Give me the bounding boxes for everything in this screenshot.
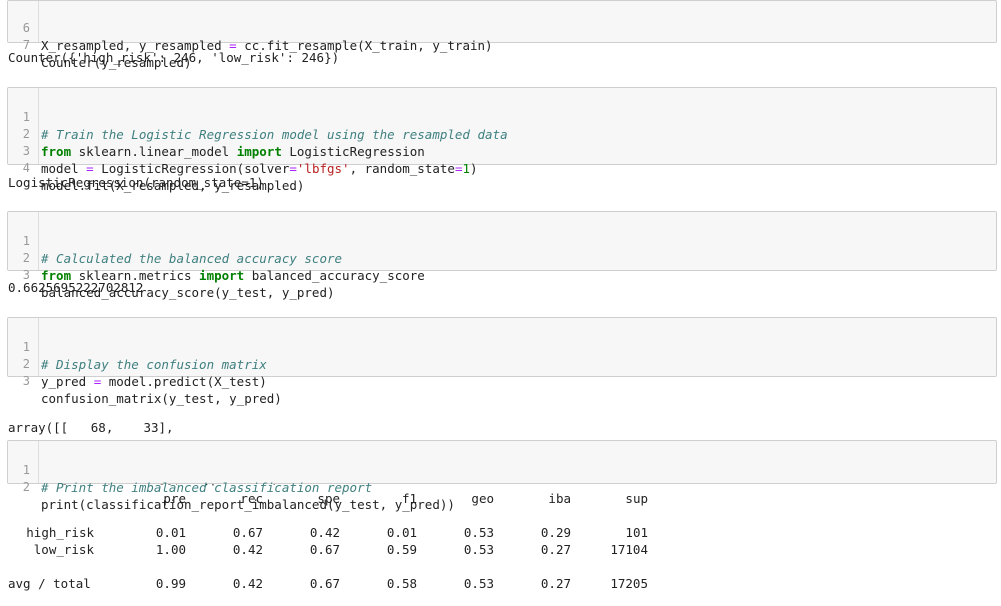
report-cell: 17104	[610, 542, 648, 557]
code-line: 2 from sklearn.linear_model import Logis…	[8, 109, 996, 159]
code-cell-classification-report[interactable]: 1 # Print the imbalanced classification …	[7, 440, 997, 512]
report-cell: 0.29	[540, 525, 571, 540]
report-cell: 0.58	[386, 576, 417, 591]
cell-output: 0.6625695222702812	[8, 280, 144, 295]
report-header-sup: sup	[625, 491, 648, 506]
cell-output: LogisticRegression(random_state=1)	[8, 175, 264, 190]
report-cell: 101	[625, 525, 648, 540]
report-header-pre: pre	[163, 491, 186, 506]
code-line: 7 Counter(y_resampled)	[8, 20, 996, 70]
code-line: 2 from sklearn.metrics import balanced_a…	[8, 233, 996, 283]
report-cell: 0.67	[232, 525, 263, 540]
code-line: 1 # Print the imbalanced classification …	[8, 445, 996, 495]
report-cell: 0.27	[540, 542, 571, 557]
report-row-label: low_risk	[33, 542, 94, 557]
code-line: 4 model.fit(X_resampled, y_resampled)	[8, 143, 996, 193]
code-line: 1 # Display the confusion matrix	[8, 322, 996, 372]
code-line: 1 # Train the Logistic Regression model …	[8, 92, 996, 142]
cell-output: Counter({'high_risk': 246, 'low_risk': 2…	[8, 50, 340, 65]
classification-report-table: pre rec spe f1 geo iba sup high_risk 0.0…	[8, 490, 648, 592]
report-spacer-row	[8, 558, 648, 575]
output-line: array([[ 68, 33],	[8, 420, 174, 435]
code-line: 2 y_pred = model.predict(X_test)	[8, 339, 996, 389]
report-spacer-row	[8, 507, 648, 524]
report-cell: 17205	[610, 576, 648, 591]
code-line: 3 balanced_accuracy_score(y_test, y_pred…	[8, 250, 996, 300]
report-header-corner	[8, 490, 94, 507]
code-cell-resample[interactable]: 6 X_resampled, y_resampled = cc.fit_resa…	[7, 0, 997, 70]
report-cell: 0.99	[155, 576, 186, 591]
report-cell: 0.42	[232, 542, 263, 557]
code-cell-balanced-accuracy[interactable]: 1 # Calculated the balanced accuracy sco…	[7, 211, 997, 300]
code-line: 3 model = LogisticRegression(solver='lbf…	[8, 126, 996, 176]
report-cell: 0.01	[386, 525, 417, 540]
report-row-low-risk: low_risk 1.00 0.42 0.67 0.59 0.53 0.27 1…	[8, 541, 648, 558]
report-row-high-risk: high_risk 0.01 0.67 0.42 0.01 0.53 0.29 …	[8, 524, 648, 541]
code-line: 1 # Calculated the balanced accuracy sco…	[8, 216, 996, 266]
report-row-label: avg / total	[8, 576, 91, 591]
report-cell: 0.27	[540, 576, 571, 591]
report-header-rec: rec	[240, 491, 263, 506]
report-row-avg-total: avg / total 0.99 0.42 0.67 0.58 0.53 0.2…	[8, 575, 648, 592]
report-cell: 0.67	[309, 576, 340, 591]
report-header-row: pre rec spe f1 geo iba sup	[8, 490, 648, 507]
report-cell: 1.00	[155, 542, 186, 557]
report-cell: 0.42	[309, 525, 340, 540]
report-header-f1: f1	[401, 491, 417, 506]
report-row-label: high_risk	[26, 525, 94, 540]
report-cell: 0.53	[463, 542, 494, 557]
code-line: 3 confusion_matrix(y_test, y_pred)	[8, 356, 996, 406]
code-line: 6 X_resampled, y_resampled = cc.fit_resa…	[8, 3, 996, 53]
report-cell: 0.53	[463, 576, 494, 591]
code-cell-confusion-matrix[interactable]: 1 # Display the confusion matrix 2 y_pre…	[7, 317, 997, 406]
code-line: 2 print(classification_report_imbalanced…	[8, 462, 996, 512]
report-cell: 0.59	[386, 542, 417, 557]
report-header-spe: spe	[317, 491, 340, 506]
report-cell: 0.67	[309, 542, 340, 557]
report-header-geo: geo	[471, 491, 494, 506]
code-cell-train-model[interactable]: 1 # Train the Logistic Regression model …	[7, 87, 997, 193]
report-header-iba: iba	[548, 491, 571, 506]
report-cell: 0.01	[155, 525, 186, 540]
report-cell: 0.53	[463, 525, 494, 540]
report-cell: 0.42	[232, 576, 263, 591]
